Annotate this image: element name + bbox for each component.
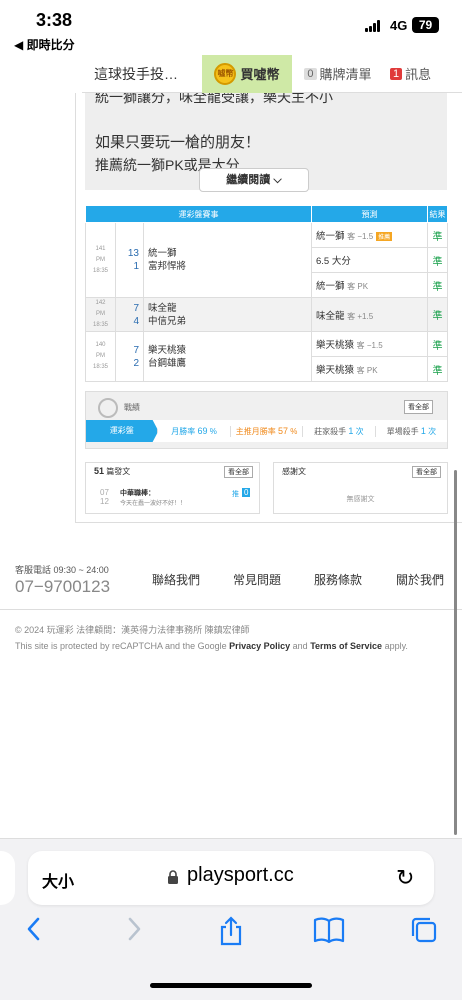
stats-panel: 戰績 看全部 運彩盤 月勝率 69 % 主推月勝率 57 % 莊家殺手 1 次 …	[85, 391, 448, 449]
game-teams[interactable]: 統一獅 富邦悍將	[143, 222, 312, 298]
result-cell: 準	[427, 331, 448, 357]
prediction-cell: 味全龍 客 +1.5	[311, 297, 428, 332]
privacy-policy-link[interactable]: Privacy Policy	[229, 641, 290, 651]
picks-table: 運彩盤賽事 預測 結果 141 PM 18:35 13 1 統一獅 富邦悍將 統一獅 …	[85, 205, 448, 382]
col-header-games: 運彩盤賽事	[85, 205, 312, 223]
table-row[interactable]: 140 PM 18:35 72 樂天桃猿 台鋼雄鷹 樂天桃猿 客 −1.5 準	[85, 331, 448, 382]
result-cell: 準	[427, 222, 448, 248]
post-title[interactable]: 中華職棒：	[120, 488, 155, 498]
prediction-cell: 統一獅 客 PK	[311, 272, 428, 298]
game-number: 141 PM 18:35	[85, 222, 116, 298]
game-scores: 13 1	[115, 222, 144, 298]
service-hours: 客服電話 09:30 ~ 24:00	[15, 565, 109, 575]
cart-label: 購牌清單	[319, 67, 372, 82]
tabs-icon[interactable]	[410, 916, 438, 951]
cart-link[interactable]: 0 購牌清單	[292, 64, 384, 83]
thanks-empty-text: 無感謝文	[346, 496, 375, 503]
messages-link[interactable]: 1 訊息	[384, 64, 431, 83]
post-push-count: 0	[242, 488, 251, 497]
col-header-prediction: 預測	[311, 205, 428, 223]
result-cell: 準	[427, 247, 448, 273]
prediction-cell: 統一獅 客 −1.5 推薦	[311, 222, 428, 248]
stat-main-pick-winrate: 主推月勝率 57 %	[231, 425, 304, 437]
coin-icon: 噓幣	[214, 62, 237, 85]
posts-header: 51 篇發文	[94, 466, 131, 476]
prediction-cell: 6.5 大分	[311, 247, 428, 273]
service-phone[interactable]: 07−9700123	[15, 577, 110, 597]
result-cell: 準	[427, 356, 448, 382]
game-number: 142 PM 18:35	[85, 297, 116, 332]
prediction-cell: 樂天桃猿 客 −1.5	[311, 331, 428, 357]
article-text: 統一獅讓分，味全龍受讓，樂天主不小	[95, 93, 333, 105]
buy-coins-label: 買噓幣	[240, 67, 280, 82]
post-snippet[interactable]: 今天在蠢一波好不好！！	[120, 498, 186, 507]
nav-article-title[interactable]: 這球投手投…	[82, 64, 202, 84]
message-count-badge: 1	[390, 67, 403, 80]
battery-icon: 79	[412, 17, 439, 33]
post-date: 07 12	[100, 488, 109, 506]
status-time: 3:38	[36, 10, 73, 30]
network-type: 4G	[390, 18, 408, 33]
target-icon	[98, 398, 118, 418]
read-more-button[interactable]: 繼續閱讀 ⌵	[199, 168, 309, 192]
stats-title: 戰績	[124, 403, 140, 412]
article-text: 如果只要玩一槍的朋友！	[95, 134, 261, 151]
copyright: © 2024 玩運彩 法律顧問：漢英得力法律事務所 陳鎮宏律師	[15, 625, 250, 635]
share-icon[interactable]	[218, 916, 244, 953]
thanks-box: 感謝文 看全部 無感謝文	[273, 462, 448, 514]
footer-link-about[interactable]: 關於我們	[396, 571, 444, 588]
game-scores: 72	[115, 331, 144, 382]
result-cell: 準	[427, 297, 448, 332]
back-to-app-link[interactable]: ◀ 即時比分	[14, 36, 75, 53]
recommend-tag: 推薦	[376, 232, 393, 241]
address-bar[interactable]: 大小 playsport.cc ↻	[28, 851, 434, 905]
footer-link-terms[interactable]: 服務條款	[314, 571, 362, 588]
col-header-result: 結果	[427, 205, 448, 223]
stat-dealer-killer: 莊家殺手 1 次	[303, 425, 376, 437]
top-nav: 這球投手投… 噓幣 買噓幣 0 購牌清單 1 訊息	[82, 54, 462, 93]
scrollbar[interactable]	[454, 470, 457, 835]
url-text[interactable]: playsport.cc	[187, 864, 294, 887]
reload-icon[interactable]: ↻	[396, 865, 414, 891]
stats-tab-lottery[interactable]: 運彩盤	[86, 420, 159, 442]
thanks-header: 感謝文	[282, 467, 306, 476]
game-number: 140 PM 18:35	[85, 331, 116, 382]
messages-label: 訊息	[405, 67, 432, 82]
previous-tab-peek[interactable]	[0, 851, 15, 905]
bookmarks-icon[interactable]	[313, 916, 345, 951]
terms-link[interactable]: Terms of Service	[310, 641, 382, 651]
stats-view-all-button[interactable]: 看全部	[404, 400, 433, 414]
cellular-signal-icon	[365, 20, 383, 32]
game-teams[interactable]: 味全龍 中信兄弟	[143, 297, 312, 332]
result-cell: 準	[427, 272, 448, 298]
back-icon[interactable]	[24, 916, 44, 949]
home-indicator[interactable]	[150, 983, 312, 988]
buy-coins-button[interactable]: 噓幣 買噓幣	[202, 54, 292, 93]
text-size-button[interactable]: 大小	[42, 868, 74, 892]
prediction-cell: 樂天桃猿 客 PK	[311, 356, 428, 382]
thanks-view-all-button[interactable]: 看全部	[412, 466, 441, 478]
lock-icon	[168, 870, 178, 884]
cart-count-badge: 0	[304, 67, 317, 80]
post-push-label: 推	[232, 491, 239, 498]
footer-divider	[0, 609, 462, 610]
forward-icon[interactable]	[124, 916, 144, 949]
footer-link-faq[interactable]: 常見問題	[233, 571, 281, 588]
footer-link-contact[interactable]: 聯絡我們	[152, 571, 200, 588]
recaptcha-notice: This site is protected by reCAPTCHA and …	[15, 641, 408, 651]
stat-single-killer: 單場殺手 1 次	[386, 425, 437, 436]
table-row[interactable]: 141 PM 18:35 13 1 統一獅 富邦悍將 統一獅 客 −1.5 推薦 準	[85, 222, 448, 298]
table-row[interactable]: 142 PM 18:35 74 味全龍 中信兄弟 味全龍 客 +1.5 準	[85, 297, 448, 332]
stats-row: 運彩盤 月勝率 69 % 主推月勝率 57 % 莊家殺手 1 次 單場殺手 1 …	[86, 420, 447, 442]
game-teams[interactable]: 樂天桃猿 台鋼雄鷹	[143, 331, 312, 382]
posts-view-all-button[interactable]: 看全部	[224, 466, 253, 478]
stat-monthly-winrate: 月勝率 69 %	[158, 425, 231, 437]
posts-box: 51 篇發文 看全部 07 12 中華職棒： 今天在蠢一波好不好！！ 推 0	[85, 462, 260, 514]
game-scores: 74	[115, 297, 144, 332]
